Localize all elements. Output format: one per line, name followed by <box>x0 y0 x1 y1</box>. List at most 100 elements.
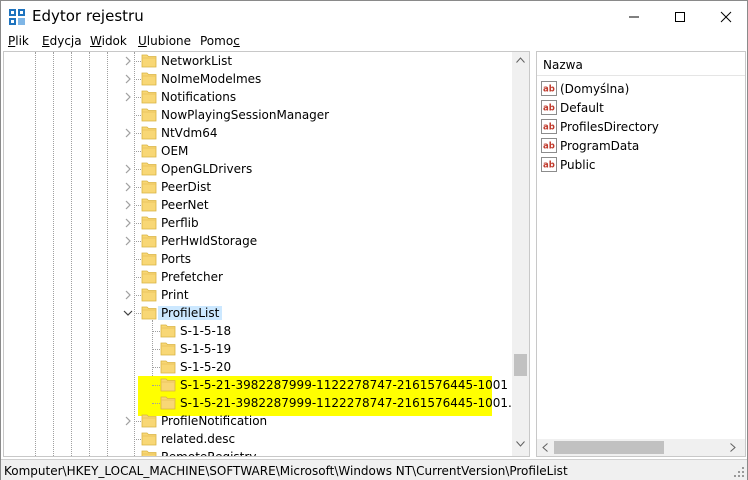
column-header-name[interactable]: Nazwa <box>537 52 745 76</box>
tree-item[interactable]: ProfileList <box>4 304 514 322</box>
close-button[interactable] <box>703 1 748 31</box>
key-label: Notifications <box>161 90 237 104</box>
tree-item[interactable]: PeerDist <box>4 178 514 196</box>
column-header-label: Nazwa <box>543 58 583 72</box>
minimize-button[interactable] <box>611 1 657 31</box>
key-tree-pane[interactable]: NetworkList NoImeModelmes Notifications Now… <box>3 51 530 457</box>
menu-widok-label: idok <box>101 34 127 48</box>
tree-item-label: OEM <box>161 144 188 158</box>
scroll-left-arrow-icon[interactable] <box>542 443 548 452</box>
folder-icon <box>160 360 176 374</box>
tree-item[interactable]: Notifications <box>4 88 514 106</box>
value-item-label: (Domyślna) <box>560 82 630 96</box>
key-label: Ports <box>161 252 192 266</box>
tree-item[interactable]: S-1-5-20 <box>4 358 514 376</box>
menu-edycja[interactable]: Edycja <box>42 34 82 48</box>
string-value-icon: ab <box>541 100 557 115</box>
expand-chevron-icon[interactable] <box>122 217 134 229</box>
tree-guide-line <box>134 133 141 134</box>
value-item[interactable]: ab ProfilesDirectory <box>541 117 741 136</box>
maximize-button[interactable] <box>657 1 703 31</box>
tree-item[interactable]: ProfileNotification <box>4 412 514 430</box>
tree-item[interactable]: RemoteRegistry <box>4 448 514 456</box>
expand-chevron-icon[interactable] <box>122 415 134 427</box>
key-label: S-1-5-21-3982287999-1122278747-216157644… <box>180 378 509 392</box>
tree-guide-line <box>134 151 141 152</box>
key-label: PeerDist <box>161 180 212 194</box>
tree-item[interactable]: Ports <box>4 250 514 268</box>
tree-item-label: NtVdm64 <box>161 126 217 140</box>
folder-icon <box>141 162 157 176</box>
value-item[interactable]: ab ProgramData <box>541 136 741 155</box>
tree-item[interactable]: PeerNet <box>4 196 514 214</box>
tree-item[interactable]: S-1-5-21-3982287999-1122278747-216157644… <box>4 394 529 412</box>
folder-icon <box>141 126 157 140</box>
resize-grip-icon[interactable] <box>733 466 745 478</box>
menu-ulubione[interactable]: Ulubione <box>138 34 191 48</box>
values-horizontal-scrollbar[interactable] <box>537 439 745 456</box>
tree-item[interactable]: related.desc <box>4 430 514 448</box>
tree-item-label: RemoteRegistry <box>161 450 256 456</box>
tree-item[interactable]: OpenGLDrivers <box>4 160 514 178</box>
scroll-right-arrow-icon[interactable] <box>730 443 736 452</box>
tree-item-label: PeerNet <box>161 198 209 212</box>
tree-item[interactable]: PerHwIdStorage <box>4 232 514 250</box>
tree-item[interactable]: S-1-5-21-3982287999-1122278747-216157644… <box>4 376 514 394</box>
tree-item-label: Print <box>161 288 189 302</box>
tree-item[interactable]: Prefetcher <box>4 268 514 286</box>
tree-item[interactable]: Perflib <box>4 214 514 232</box>
tree-item-label: S-1-5-21-3982287999-1122278747-216157644… <box>180 396 529 410</box>
menu-ulubione-accel: U <box>138 34 147 48</box>
status-path[interactable]: Komputer\HKEY_LOCAL_MACHINE\SOFTWARE\Mic… <box>4 464 568 478</box>
menu-pomoc[interactable]: Pomoc <box>200 34 240 48</box>
folder-icon <box>160 396 176 410</box>
value-item[interactable]: ab Default <box>541 98 741 117</box>
menu-widok[interactable]: Widok <box>90 34 127 48</box>
folder-icon <box>141 90 157 104</box>
menu-plik[interactable]: Plik <box>8 34 29 48</box>
scroll-up-arrow-icon[interactable] <box>516 57 525 63</box>
tree-guide-line <box>152 403 160 404</box>
status-bar: Komputer\HKEY_LOCAL_MACHINE\SOFTWARE\Mic… <box>1 459 747 480</box>
key-label: S-1-5-20 <box>180 360 232 374</box>
tree-guide-line <box>134 115 141 116</box>
value-item[interactable]: ab Public <box>541 155 741 174</box>
maximize-icon <box>675 12 685 22</box>
value-item-label: Public <box>560 158 596 172</box>
regedit-app-icon <box>9 9 25 25</box>
tree-item[interactable]: NoImeModelmes <box>4 70 514 88</box>
key-label: PerHwIdStorage <box>161 234 258 248</box>
tree-item[interactable]: NetworkList <box>4 52 514 70</box>
expand-chevron-icon[interactable] <box>122 235 134 247</box>
values-pane[interactable]: Nazwa ab (Domyślna) ab Default ab ProfilesDir… <box>536 51 746 457</box>
value-item-label: ProfilesDirectory <box>560 120 659 134</box>
tree-item-label: S-1-5-21-3982287999-1122278747-216157644… <box>180 378 508 392</box>
expand-chevron-icon[interactable] <box>122 55 134 67</box>
expand-chevron-icon[interactable] <box>122 163 134 175</box>
expand-chevron-icon[interactable] <box>122 73 134 85</box>
tree-guide-line <box>134 79 141 80</box>
svg-text:ab: ab <box>543 123 555 133</box>
tree-item-label: Notifications <box>161 90 236 104</box>
expand-chevron-icon[interactable] <box>122 289 134 301</box>
tree-guide-line <box>134 313 141 314</box>
collapse-chevron-icon[interactable] <box>122 307 134 319</box>
scroll-thumb[interactable] <box>554 441 664 454</box>
tree-item[interactable]: NowPlayingSessionManager <box>4 106 514 124</box>
expand-chevron-icon[interactable] <box>122 127 134 139</box>
scroll-thumb[interactable] <box>514 354 527 376</box>
expand-chevron-icon[interactable] <box>122 91 134 103</box>
tree-item-label: S-1-5-19 <box>180 342 231 356</box>
expand-chevron-icon[interactable] <box>122 199 134 211</box>
title-bar[interactable]: Edytor rejestru <box>1 1 747 31</box>
tree-item-label: S-1-5-18 <box>180 324 231 338</box>
tree-item[interactable]: Print <box>4 286 514 304</box>
tree-item[interactable]: S-1-5-18 <box>4 322 514 340</box>
value-item[interactable]: ab (Domyślna) <box>541 79 741 98</box>
tree-item[interactable]: S-1-5-19 <box>4 340 514 358</box>
expand-chevron-icon[interactable] <box>122 181 134 193</box>
scroll-down-arrow-icon[interactable] <box>516 441 525 447</box>
tree-vertical-scrollbar[interactable] <box>512 52 529 456</box>
tree-item[interactable]: NtVdm64 <box>4 124 514 142</box>
tree-item[interactable]: OEM <box>4 142 514 160</box>
